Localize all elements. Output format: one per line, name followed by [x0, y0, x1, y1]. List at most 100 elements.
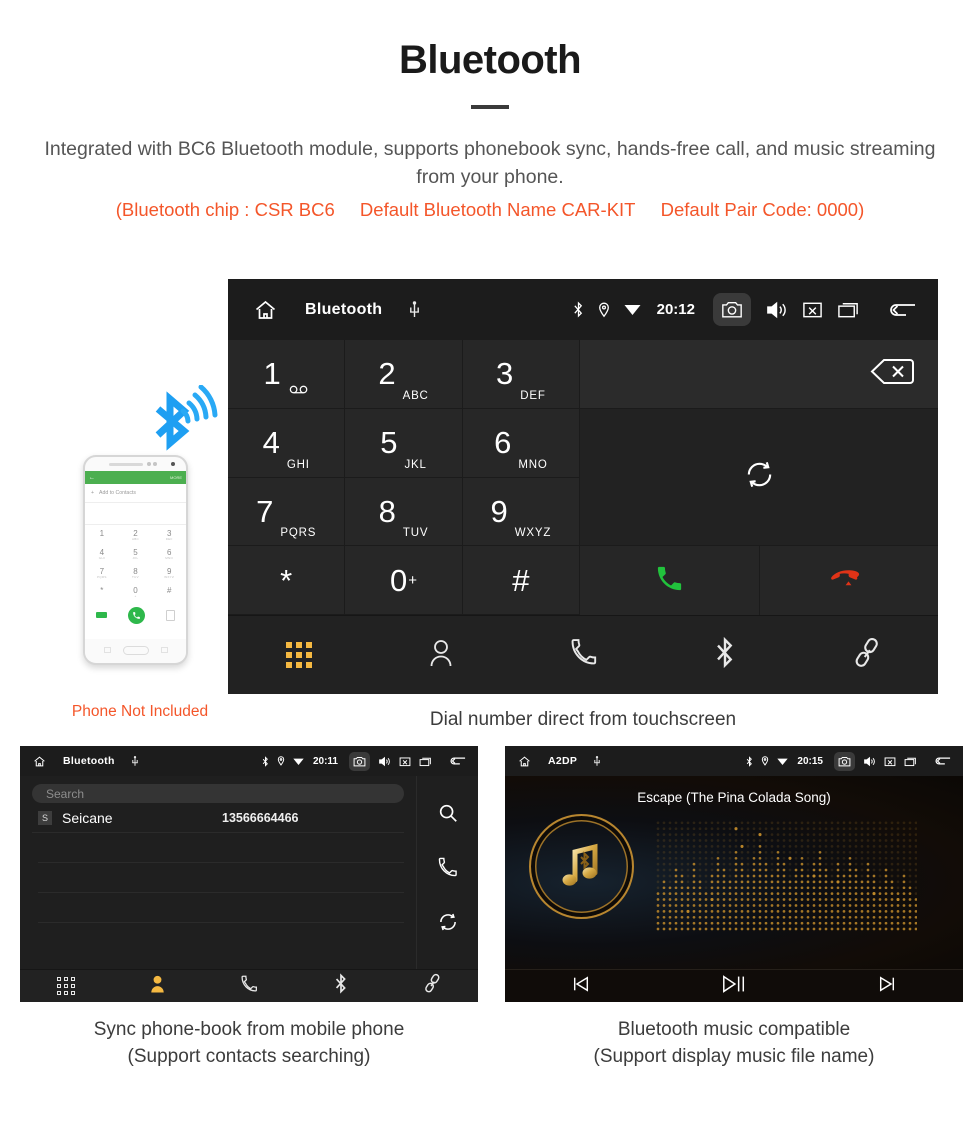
plus-sign: + [408, 571, 417, 589]
recents-icon[interactable] [419, 756, 432, 767]
camera-icon[interactable] [713, 293, 751, 326]
phone-home-bar [85, 639, 186, 661]
dial-key-letters: TUV [402, 527, 429, 540]
phone-key: 7 PQRS [96, 566, 107, 579]
tab-bluetooth[interactable] [654, 636, 796, 674]
handset-icon [240, 974, 258, 999]
phone-backspace-icon [95, 612, 107, 618]
phonebook-screen: Bluetooth 20:11 Search S Seicane 1356666… [20, 746, 478, 1002]
contact-row[interactable]: S Seicane 13566664466 [32, 803, 404, 833]
spec-line: (Bluetooth chip : CSR BC6 Default Blueto… [0, 199, 980, 221]
dial-key-2[interactable]: 2 ABC [345, 340, 463, 409]
play-pause-button[interactable] [658, 974, 811, 999]
phonebook-caption-line1: Sync phone-book from mobile phone [93, 1019, 405, 1040]
phone-camera [171, 462, 175, 466]
dot-matrix-equalizer [656, 821, 917, 931]
volume-icon[interactable] [863, 756, 876, 767]
music-caption-line2: (Support display music file name) [593, 1046, 875, 1067]
tab-contacts[interactable] [112, 974, 204, 999]
dial-key-letters: PQRS [280, 527, 317, 540]
end-call-button[interactable] [759, 546, 938, 615]
play-pause-icon [721, 974, 747, 999]
phone-menu-key [103, 647, 111, 653]
contact-list: Search S Seicane 13566664466 [20, 776, 416, 969]
dial-key-digit: 8 [378, 493, 396, 529]
sync-button[interactable] [580, 409, 938, 546]
mute-icon[interactable] [802, 300, 823, 319]
dial-key-letters: MNO [518, 458, 548, 471]
spec-name: Default Bluetooth Name CAR-KIT [359, 199, 636, 220]
location-pin-icon [598, 302, 610, 318]
phone-appbar: ← MORE [85, 471, 186, 484]
dial-key-8[interactable]: 8 TUV [345, 477, 463, 547]
tab-call-log[interactable] [512, 637, 654, 673]
camera-icon[interactable] [349, 751, 370, 771]
person-icon [149, 974, 166, 999]
tab-bluetooth[interactable] [295, 973, 387, 999]
dial-key-1[interactable]: 1 [228, 340, 346, 409]
previous-track-icon [571, 975, 591, 998]
phone-call-button [127, 606, 145, 624]
back-arrow-icon[interactable] [884, 300, 920, 320]
sync-icon[interactable] [437, 911, 459, 938]
dial-key-3[interactable]: 3 DEF [462, 340, 580, 409]
main-caption: Dial number direct from touchscreen [429, 709, 737, 730]
search-input[interactable]: Search [32, 784, 404, 803]
bottom-tab-bar [228, 615, 938, 694]
tab-dialpad[interactable] [20, 977, 112, 995]
phone-sensor-1 [147, 462, 151, 466]
home-icon[interactable] [517, 755, 532, 768]
dialpad-keys: 1 2 ABC 3 DEF 4 GHI 5 JKL 6 MNO 7 PQRS 8… [228, 340, 580, 615]
dial-key-6[interactable]: 6 MNO [462, 408, 580, 478]
mute-icon[interactable] [884, 756, 896, 767]
home-icon[interactable] [252, 298, 279, 322]
dialpad-body: 1 2 ABC 3 DEF 4 GHI 5 JKL 6 MNO 7 PQRS 8… [228, 340, 938, 615]
handset-icon [569, 637, 598, 673]
track-title: Escape (The Pina Colada Song) [637, 790, 831, 805]
call-button[interactable] [580, 546, 760, 615]
sync-icon [743, 458, 776, 496]
recents-icon[interactable] [904, 756, 917, 767]
call-handset-icon [654, 563, 685, 599]
tab-dialpad[interactable] [228, 642, 370, 668]
search-icon[interactable] [437, 802, 459, 829]
back-arrow-icon[interactable] [932, 755, 953, 767]
music-body: Escape (The Pina Colada Song) [505, 776, 963, 969]
contact-number: 13566664466 [222, 810, 299, 825]
dial-key-letters: GHI [286, 458, 310, 471]
volume-icon[interactable] [378, 756, 391, 767]
dial-key-digit: 4 [262, 425, 280, 461]
back-arrow-icon[interactable] [447, 755, 468, 767]
dial-key-star[interactable]: * [228, 546, 346, 615]
contact-row-empty [38, 863, 404, 893]
bluetooth-music-screen: A2DP 20:15 Escape (The Pina Colada Song) [505, 746, 963, 1002]
home-icon[interactable] [32, 755, 47, 768]
dial-key-7[interactable]: 7 PQRS [228, 477, 346, 547]
handset-icon[interactable] [437, 856, 458, 884]
volume-icon[interactable] [765, 300, 788, 320]
spec-pair-code: Default Pair Code: 0000) [660, 199, 865, 220]
dial-key-0[interactable]: 0 + [345, 546, 463, 615]
screen-title: Bluetooth [305, 300, 383, 318]
dial-key-letters: JKL [404, 458, 427, 471]
end-call-icon [830, 567, 867, 594]
tab-contacts[interactable] [370, 638, 512, 673]
phone-keypad: 1 2 ABC 3 DEF 4 GHI 5 JKL 6 MNO 7 PQRS 8 TUV 9W… [85, 525, 186, 601]
mute-icon[interactable] [399, 756, 411, 767]
album-art [529, 814, 634, 919]
tab-call-log[interactable] [203, 974, 295, 999]
dial-key-9[interactable]: 9 WXYZ [462, 477, 580, 547]
recents-icon[interactable] [837, 300, 860, 319]
dial-key-5[interactable]: 5 JKL [345, 408, 463, 478]
next-track-button[interactable] [810, 975, 963, 998]
bluetooth-icon [573, 301, 584, 318]
previous-track-button[interactable] [505, 975, 658, 998]
dial-key-4[interactable]: 4 GHI [228, 408, 346, 478]
camera-icon[interactable] [834, 751, 855, 771]
tab-pair-link[interactable] [386, 973, 478, 999]
tab-pair-link[interactable] [796, 637, 938, 674]
dial-key-hash[interactable]: # [462, 546, 580, 615]
call-buttons-row [580, 546, 938, 615]
backspace-button[interactable] [580, 340, 938, 409]
phone-device: ← MORE + Add to Contacts 1 2 ABC 3 DEF 4 GH… [83, 455, 188, 665]
